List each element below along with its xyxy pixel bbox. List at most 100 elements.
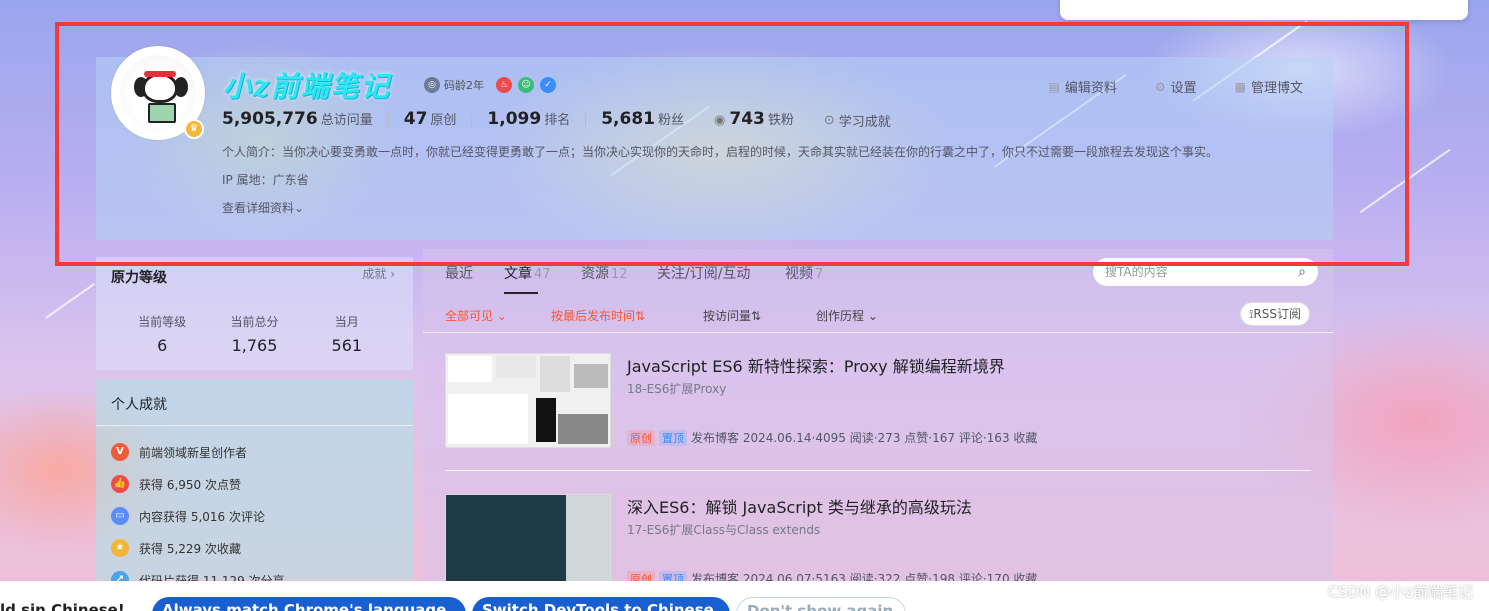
level-grid: 当前等级 6 当前总分 1,765 当月 561: [96, 313, 413, 355]
filter-bar: 全部可见 ⌄ 按最后发布时间⇅ 按访问量⇅ 创作历程 ⌄ ⟟RSS订阅: [423, 295, 1333, 333]
month-score: 当月 561: [302, 313, 392, 355]
original-tag: 原创: [627, 429, 655, 446]
article-item[interactable]: JavaScript ES6 新特性探索：Proxy 解锁编程新境界 18-ES…: [445, 353, 1311, 471]
stat-original-label: 原创: [430, 113, 457, 128]
visibility-filter[interactable]: 全部可见 ⌄: [445, 307, 507, 324]
chevron-down-icon: ⌄: [867, 309, 878, 323]
code-age-label: 码龄2年: [444, 79, 484, 92]
stat-iron-fans[interactable]: ◉ 743 铁粉: [714, 109, 794, 129]
visibility-filter-label: 全部可见: [445, 309, 494, 323]
stat-original-value: 47: [403, 109, 428, 129]
tab-video[interactable]: 视频 7: [785, 263, 823, 283]
comment-icon: ▭: [111, 507, 129, 525]
manage-posts-button[interactable]: ▦ 管理博文: [1234, 77, 1303, 97]
article-subtitle: 18-ES6扩展Proxy: [627, 382, 727, 396]
divider: [471, 112, 473, 127]
settings-button[interactable]: ⚙ 设置: [1155, 77, 1197, 97]
learning-achievements-link[interactable]: ⊙ 学习成就: [824, 111, 891, 130]
tab-resources-count: 12: [611, 267, 628, 282]
eye-outline-icon: ⊙: [823, 113, 835, 128]
tab-video-label: 视频: [785, 266, 813, 282]
achievements-card: 个人成就 V 前端领域新星创作者 👍 获得 6,950 次点赞 ▭ 内容获得 5,01…: [96, 380, 413, 589]
achievement-item: ▭ 内容获得 5,016 次评论: [111, 500, 398, 532]
month-score-value: 561: [331, 336, 363, 355]
dog-headband: [144, 71, 176, 77]
view-details-link[interactable]: 查看详细资料⌄: [222, 199, 304, 216]
stat-rank-value: 1,099: [487, 109, 542, 129]
switch-language-button[interactable]: Switch DevTools to Chinese: [472, 597, 730, 611]
stat-fans-label: 粉丝: [658, 113, 685, 128]
sort-icon: ⇅: [751, 309, 762, 323]
achievements-link[interactable]: 成就 ›: [362, 265, 395, 282]
match-language-button[interactable]: Always match Chrome's language: [152, 597, 466, 611]
article-subtitle: 17-ES6扩展Class与Class extends: [627, 523, 821, 537]
green-badge-icon[interactable]: ☺: [518, 77, 534, 93]
level-title: 原力等级: [111, 270, 167, 286]
v-badge-icon: V: [111, 443, 129, 461]
article-thumbnail[interactable]: [445, 494, 611, 589]
sort-by-visits[interactable]: 按访问量⇅: [703, 307, 761, 324]
dont-show-again-button[interactable]: Don't show again: [736, 597, 906, 611]
current-level-value: 6: [157, 336, 168, 355]
stat-fans-value: 5,681: [601, 109, 655, 129]
manage-icon: ▦: [1234, 79, 1246, 94]
code-age: ◎ 码龄2年 ♨ ☺ ✓: [424, 77, 556, 93]
tab-resources[interactable]: 资源 12: [581, 263, 628, 283]
avatar-image: [120, 55, 196, 131]
nickname: 小z前端笔记: [223, 70, 391, 103]
achievements-list: V 前端领域新星创作者 👍 获得 6,950 次点赞 ▭ 内容获得 5,016 次评论…: [96, 426, 413, 606]
tab-recent[interactable]: 最近: [445, 263, 473, 283]
tab-follow-label: 关注/订阅/互动: [657, 266, 751, 282]
search-input[interactable]: [1105, 265, 1299, 279]
achievement-text: 内容获得 5,016 次评论: [139, 509, 265, 524]
rss-subscribe-button[interactable]: ⟟RSS订阅: [1239, 302, 1310, 326]
creation-history-label: 创作历程: [816, 309, 865, 323]
pinned-tag: 置顶: [659, 429, 687, 446]
article-title[interactable]: 深入ES6：解锁 JavaScript 类与继承的高级玩法: [627, 494, 972, 518]
chevron-right-icon: ›: [390, 267, 395, 281]
tab-articles[interactable]: 文章 47: [504, 263, 551, 283]
achievement-item: V 前端领域新星创作者: [111, 436, 398, 468]
code-age-icon: ◎: [424, 77, 440, 93]
document-icon: ▤: [1048, 79, 1060, 94]
tab-follow[interactable]: 关注/订阅/互动: [657, 263, 750, 283]
view-details-label: 查看详细资料: [222, 201, 295, 215]
hot-badge-icon[interactable]: ♨: [496, 77, 512, 93]
learning-achievements-label: 学习成就: [838, 115, 891, 130]
stat-rank[interactable]: 1,099 排名: [487, 109, 570, 129]
article-thumbnail[interactable]: [445, 353, 611, 448]
stat-visits: 5,905,776 总访问量: [222, 109, 373, 129]
current-level: 当前等级 6: [117, 313, 207, 355]
tab-video-count: 7: [815, 267, 824, 282]
level-card: 原力等级 成就 › 当前等级 6 当前总分 1,765 当月 561: [96, 257, 413, 370]
chevron-down-icon: ⌄: [294, 201, 305, 215]
read-count: 4095 阅读: [815, 431, 874, 445]
creation-history-filter[interactable]: 创作历程 ⌄: [816, 307, 878, 324]
article-meta: 原创 置顶 发布博客 2024.06.14 · 4095 阅读 · 273 点赞…: [627, 429, 1037, 446]
edit-profile-button[interactable]: ▤ 编辑资料: [1048, 77, 1117, 97]
avatar[interactable]: ♛: [111, 46, 205, 140]
stat-visits-label: 总访问量: [320, 113, 373, 128]
article-title[interactable]: JavaScript ES6 新特性探索：Proxy 解锁编程新境界: [627, 353, 1005, 377]
current-level-label: 当前等级: [138, 315, 187, 329]
sort-icon: ⇅: [635, 309, 646, 323]
search-icon[interactable]: ⌕: [1298, 264, 1306, 280]
watermark: CSDN @小z前端笔记: [1327, 583, 1473, 601]
total-score-value: 1,765: [231, 336, 278, 355]
search-box: ⌕: [1093, 258, 1318, 286]
publish-date: 发布博客 2024.06.14: [691, 431, 812, 445]
blue-badge-icon[interactable]: ✓: [540, 77, 556, 93]
crown-badge-icon: ♛: [184, 119, 204, 139]
stat-visits-value: 5,905,776: [222, 109, 318, 129]
background-streak: [1359, 148, 1451, 214]
stat-rank-label: 排名: [544, 113, 571, 128]
stat-original[interactable]: 47 原创: [404, 109, 457, 129]
chevron-down-icon: ⌄: [496, 309, 507, 323]
stat-fans[interactable]: 5,681 粉丝: [601, 109, 684, 129]
manage-posts-label: 管理博文: [1250, 81, 1303, 96]
rss-label: RSS订阅: [1253, 307, 1301, 321]
tab-articles-count: 47: [534, 267, 551, 282]
ip-location: IP 属地：广东省: [222, 173, 309, 187]
sort-by-time[interactable]: 按最后发布时间⇅: [551, 307, 645, 324]
sort-by-time-label: 按最后发布时间: [551, 309, 636, 323]
